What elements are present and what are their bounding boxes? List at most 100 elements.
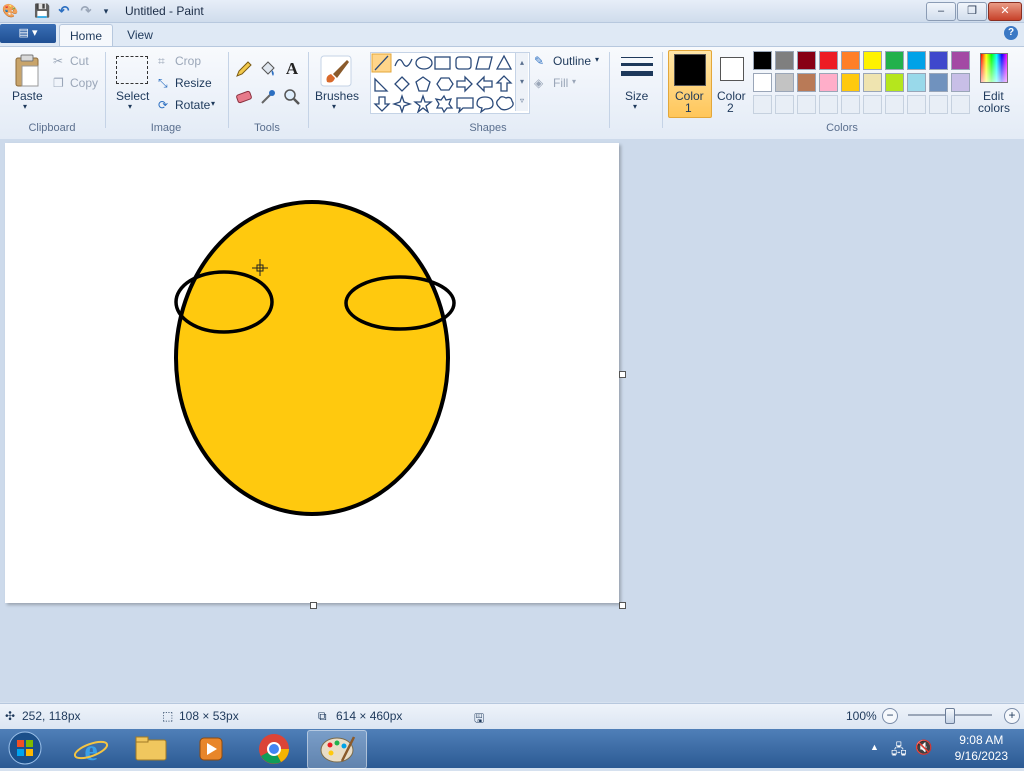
crop-button[interactable]: Crop: [175, 54, 201, 68]
size-icon[interactable]: [619, 54, 655, 84]
palette-color-swatch[interactable]: [841, 73, 860, 92]
palette-custom-slot[interactable]: [929, 95, 948, 114]
fill-dropdown-icon[interactable]: ▾: [572, 77, 576, 86]
network-icon[interactable]: 🖧: [891, 739, 907, 763]
palette-custom-slot[interactable]: [819, 95, 838, 114]
paint-app-icon[interactable]: 🎨: [2, 3, 18, 19]
palette-color-swatch[interactable]: [819, 51, 838, 70]
brushes-button[interactable]: Brushes: [315, 89, 359, 103]
customize-quick-access-icon[interactable]: ▾: [98, 3, 114, 19]
undo-icon[interactable]: ↶: [56, 3, 72, 19]
rotate-dropdown-icon[interactable]: ▾: [211, 99, 215, 108]
palette-color-swatch[interactable]: [951, 73, 970, 92]
palette-custom-slot[interactable]: [753, 95, 772, 114]
paste-dropdown-icon[interactable]: ▾: [23, 102, 27, 111]
color-picker-icon[interactable]: [257, 86, 279, 108]
palette-color-swatch[interactable]: [841, 51, 860, 70]
save-icon[interactable]: 💾: [34, 3, 50, 19]
five-point-star-shape-icon: [413, 93, 433, 114]
volume-muted-icon[interactable]: 🔇: [915, 739, 932, 756]
folder-icon: [135, 736, 167, 761]
taskbar-chrome[interactable]: [245, 730, 303, 767]
size-button[interactable]: Size: [625, 89, 648, 103]
palette-custom-slot[interactable]: [885, 95, 904, 114]
select-dropdown-icon[interactable]: ▾: [128, 102, 132, 111]
color2-swatch[interactable]: [720, 57, 744, 81]
palette-custom-slot[interactable]: [951, 95, 970, 114]
text-tool-icon[interactable]: A: [281, 58, 303, 80]
paste-button[interactable]: Paste: [12, 89, 43, 103]
help-icon[interactable]: ?: [1004, 26, 1018, 40]
pentagon-shape-icon: [415, 76, 431, 92]
palette-color-swatch[interactable]: [863, 73, 882, 92]
tab-home[interactable]: Home: [59, 24, 113, 47]
palette-color-swatch[interactable]: [907, 73, 926, 92]
select-icon[interactable]: [116, 56, 148, 84]
outline-button[interactable]: Outline: [553, 54, 591, 68]
redo-icon[interactable]: ↷: [78, 3, 94, 19]
select-button[interactable]: Select: [116, 89, 149, 103]
face-ellipse[interactable]: [174, 200, 450, 516]
cut-button[interactable]: Cut: [70, 54, 89, 68]
start-button[interactable]: [4, 729, 46, 768]
palette-color-swatch[interactable]: [929, 73, 948, 92]
size-dropdown-icon[interactable]: ▾: [633, 102, 637, 111]
show-hidden-icons-icon[interactable]: ▲: [870, 742, 879, 752]
palette-custom-slot[interactable]: [775, 95, 794, 114]
maximize-button[interactable]: ❐: [957, 2, 987, 21]
resize-handle-corner[interactable]: [619, 602, 626, 609]
brushes-dropdown-icon[interactable]: ▾: [332, 102, 336, 111]
close-button[interactable]: ✕: [988, 2, 1022, 21]
color1-swatch: [674, 54, 706, 86]
chrome-icon: [259, 734, 289, 764]
minimize-button[interactable]: –: [926, 2, 956, 21]
brushes-icon[interactable]: [318, 53, 354, 89]
palette-color-swatch[interactable]: [775, 51, 794, 70]
taskbar-internet-explorer[interactable]: e: [62, 730, 120, 767]
palette-custom-slot[interactable]: [841, 95, 860, 114]
shapes-scroll[interactable]: ▴ ▾ ▿: [515, 53, 528, 111]
fill-bucket-icon[interactable]: [257, 58, 279, 80]
palette-custom-slot[interactable]: [907, 95, 926, 114]
fill-button[interactable]: Fill: [553, 76, 568, 90]
palette-color-swatch[interactable]: [797, 51, 816, 70]
rotate-button[interactable]: Rotate: [175, 98, 210, 112]
zoom-slider-thumb[interactable]: [945, 708, 955, 724]
palette-color-swatch[interactable]: [753, 51, 772, 70]
copy-button[interactable]: Copy: [70, 76, 98, 90]
drawing-canvas[interactable]: [5, 143, 619, 603]
palette-color-swatch[interactable]: [863, 51, 882, 70]
palette-color-swatch[interactable]: [885, 51, 904, 70]
tab-view[interactable]: View: [118, 24, 162, 46]
palette-color-swatch[interactable]: [907, 51, 926, 70]
pencil-icon[interactable]: [233, 58, 255, 80]
system-clock[interactable]: 9:08 AM 9/16/2023: [955, 732, 1008, 764]
rounded-rectangle-shape-icon: [455, 56, 472, 70]
edit-colors-icon[interactable]: [980, 53, 1008, 83]
paste-icon[interactable]: [12, 53, 42, 89]
taskbar-paint[interactable]: [307, 730, 367, 769]
palette-custom-slot[interactable]: [863, 95, 882, 114]
eraser-icon[interactable]: [233, 86, 255, 108]
palette-color-swatch[interactable]: [929, 51, 948, 70]
zoom-in-button[interactable]: +: [1004, 708, 1020, 724]
palette-color-swatch[interactable]: [797, 73, 816, 92]
group-divider: [662, 52, 663, 128]
paint-menu-button[interactable]: ▤ ▾: [0, 24, 56, 43]
palette-color-swatch[interactable]: [951, 51, 970, 70]
taskbar-media-player[interactable]: [182, 730, 240, 767]
clock-date: 9/16/2023: [954, 749, 1008, 763]
palette-color-swatch[interactable]: [885, 73, 904, 92]
outline-dropdown-icon[interactable]: ▾: [595, 55, 599, 64]
magnifier-icon[interactable]: [281, 86, 303, 108]
resize-handle-right[interactable]: [619, 371, 626, 378]
resize-button[interactable]: Resize: [175, 76, 212, 90]
zoom-out-button[interactable]: −: [882, 708, 898, 724]
palette-color-swatch[interactable]: [753, 73, 772, 92]
resize-handle-bottom[interactable]: [310, 602, 317, 609]
palette-color-swatch[interactable]: [819, 73, 838, 92]
palette-color-swatch[interactable]: [775, 73, 794, 92]
palette-custom-slot[interactable]: [797, 95, 816, 114]
taskbar-file-explorer[interactable]: [122, 730, 180, 767]
up-arrow-shape-icon: [495, 75, 513, 92]
